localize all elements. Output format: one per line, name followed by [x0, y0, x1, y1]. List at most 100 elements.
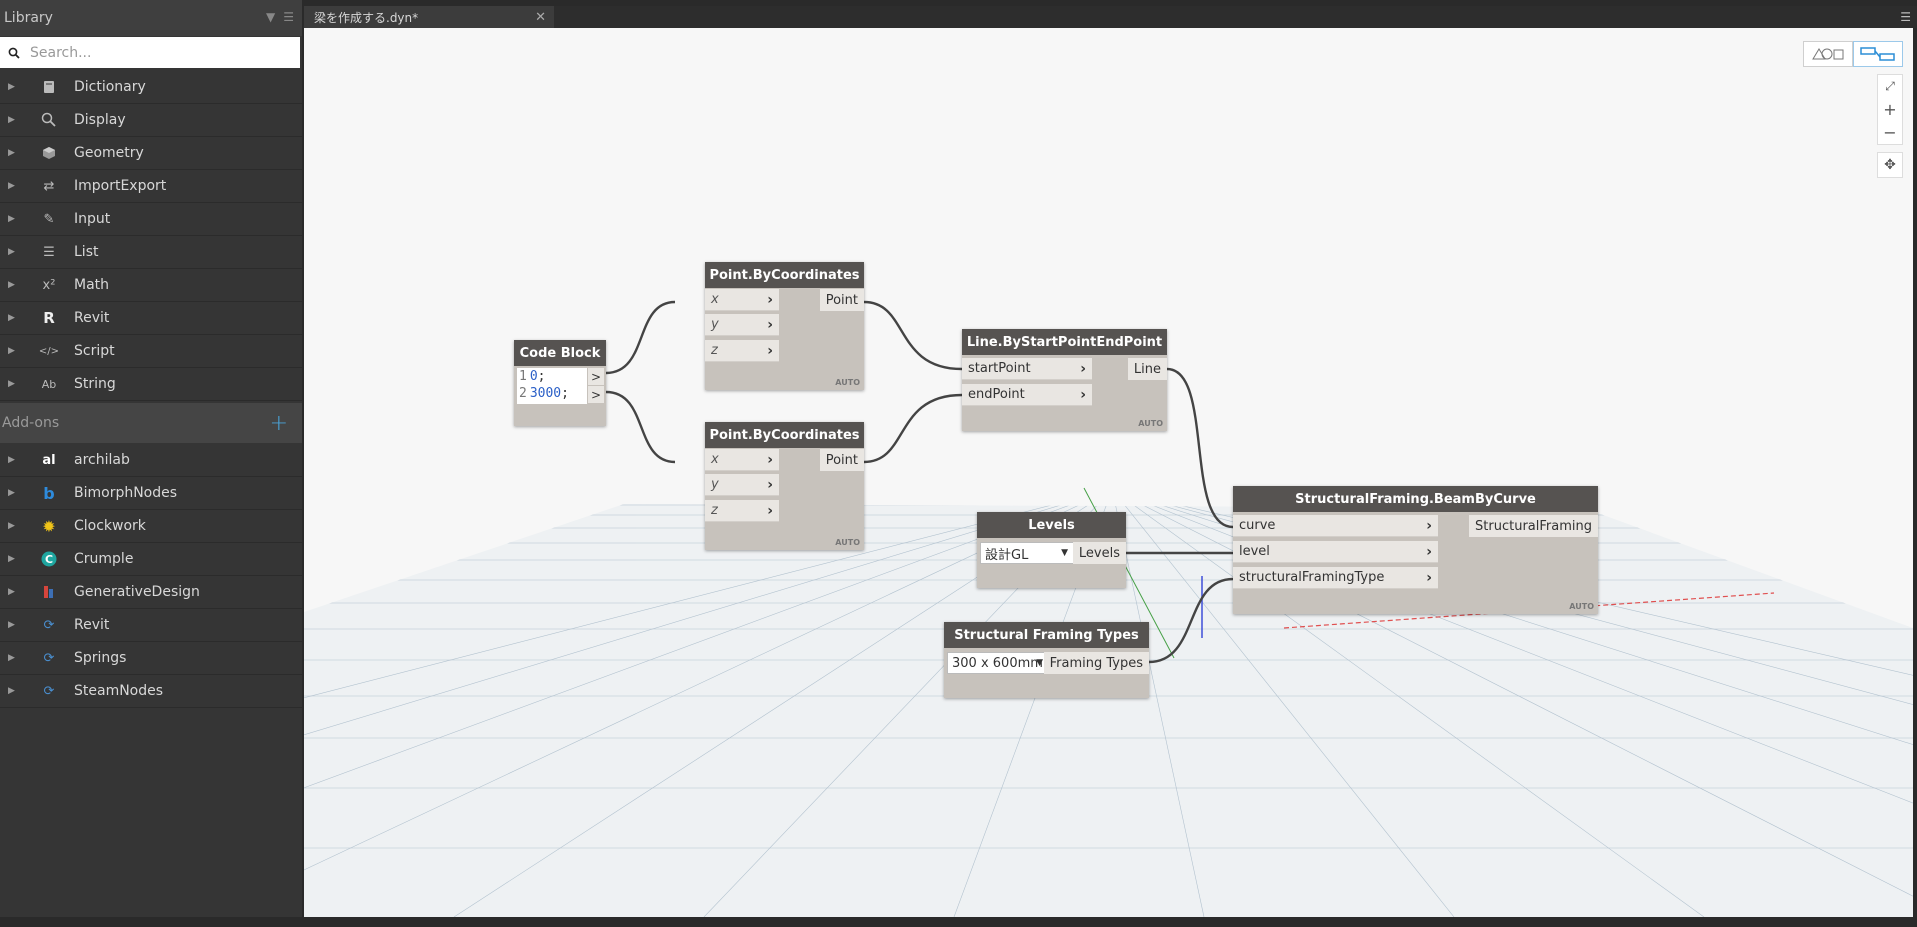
library-item-importexport[interactable]: ▶ ⇄ ImportExport	[0, 170, 302, 203]
input-port-y[interactable]: y ›	[705, 314, 779, 336]
expand-arrow-icon[interactable]: ▶	[8, 653, 18, 663]
addon-item-generativedesign[interactable]: ▶ GenerativeDesign	[0, 576, 302, 609]
input-port-z[interactable]: z ›	[705, 340, 779, 362]
expand-arrow-icon[interactable]: ▶	[8, 148, 18, 158]
node-line-by-start-point-end-point[interactable]: Line.ByStartPointEndPoint startPoint › en…	[962, 329, 1167, 431]
framing-types-dropdown[interactable]: 300 x 600mm ▼	[947, 652, 1049, 674]
library-item-display[interactable]: ▶ Display	[0, 104, 302, 137]
expand-arrow-icon[interactable]: ▶	[8, 82, 18, 92]
search-input[interactable]	[28, 43, 282, 62]
lacing-label: AUTO	[835, 538, 860, 547]
expand-arrow-icon[interactable]: ▶	[8, 554, 18, 564]
addon-item-bimorphnodes[interactable]: ▶ b BimorphNodes	[0, 477, 302, 510]
output-port[interactable]: >	[588, 368, 604, 385]
add-icon[interactable]: +	[270, 411, 288, 436]
expand-arrow-icon[interactable]: ▶	[8, 115, 18, 125]
library-item-label: Geometry	[74, 145, 144, 161]
import-export-icon: ⇄	[43, 178, 55, 194]
node-point-by-coordinates-2[interactable]: Point.ByCoordinates x › y › z › Point AUTO	[705, 422, 864, 550]
chevron-down-icon: ▼	[1061, 548, 1068, 558]
library-item-label: ImportExport	[74, 178, 167, 194]
expand-arrow-icon[interactable]: ▶	[8, 313, 18, 323]
wire-layer	[605, 300, 1234, 664]
addon-item-clockwork[interactable]: ▶ ✹ Clockwork	[0, 510, 302, 543]
input-port-structural-framing-type[interactable]: structuralFramingType ›	[1233, 567, 1438, 589]
menu-icon[interactable]: ☰	[1900, 10, 1911, 24]
library-item-dictionary[interactable]: ▶ Dictionary	[0, 71, 302, 104]
library-item-geometry[interactable]: ▶ Geometry	[0, 137, 302, 170]
expand-arrow-icon[interactable]: ▶	[8, 686, 18, 696]
expand-arrow-icon[interactable]: ▶	[8, 587, 18, 597]
output-port-line[interactable]: Line	[1127, 358, 1167, 380]
addon-item-crumple[interactable]: ▶ C Crumple	[0, 543, 302, 576]
layout-icon[interactable]: ☰	[283, 10, 294, 24]
library-item-list[interactable]: ▶ ☰ List	[0, 236, 302, 269]
expand-arrow-icon[interactable]: ▶	[8, 247, 18, 257]
library-item-revit[interactable]: ▶ R Revit	[0, 302, 302, 335]
search-box[interactable]	[0, 37, 300, 68]
node-code-block[interactable]: Code Block 1 0; 2 3000; > >	[514, 340, 606, 426]
output-port-structural-framing[interactable]: StructuralFraming	[1469, 515, 1598, 537]
wire-point1-to-line	[863, 300, 963, 371]
wire-point2-to-line	[863, 393, 963, 464]
addon-item-springs[interactable]: ▶ ⟳ Springs	[0, 642, 302, 675]
library-item-script[interactable]: ▶ </> Script	[0, 335, 302, 368]
expand-arrow-icon[interactable]: ▶	[8, 455, 18, 465]
library-item-string[interactable]: ▶ Ab String	[0, 368, 302, 401]
library-item-math[interactable]: ▶ x² Math	[0, 269, 302, 302]
expand-arrow-icon[interactable]: ▶	[8, 488, 18, 498]
chevron-right-icon: ›	[1426, 543, 1432, 560]
input-port-curve[interactable]: curve ›	[1233, 515, 1438, 537]
input-port-startpoint[interactable]: startPoint ›	[962, 358, 1092, 380]
node-title: Point.ByCoordinates	[705, 262, 864, 288]
node-levels[interactable]: Levels 設計GL ▼ Levels	[977, 512, 1126, 588]
graph-canvas[interactable]: ⤢ + − ✥ Code Block 1 0; 2 3000; > > Point.…	[304, 28, 1913, 917]
code-value: 0	[529, 369, 538, 384]
addon-item-steamnodes[interactable]: ▶ ⟳ SteamNodes	[0, 675, 302, 708]
input-port-endpoint[interactable]: endPoint ›	[962, 384, 1092, 406]
expand-arrow-icon[interactable]: ▶	[8, 280, 18, 290]
input-port-z[interactable]: z ›	[705, 500, 779, 522]
expand-arrow-icon[interactable]: ▶	[8, 181, 18, 191]
node-point-by-coordinates-1[interactable]: Point.ByCoordinates x › y › z › Point AUTO	[705, 262, 864, 390]
input-port-x[interactable]: x ›	[705, 289, 779, 311]
levels-dropdown[interactable]: 設計GL ▼	[980, 542, 1074, 564]
chevron-down-icon: ▼	[1036, 658, 1043, 668]
revit-icon: R	[43, 309, 55, 327]
library-item-input[interactable]: ▶ ✎ Input	[0, 203, 302, 236]
expand-arrow-icon[interactable]: ▶	[8, 379, 18, 389]
expand-arrow-icon[interactable]: ▶	[8, 346, 18, 356]
addon-item-archilab[interactable]: ▶ al archilab	[0, 444, 302, 477]
input-port-y[interactable]: y ›	[705, 474, 779, 496]
code-semicolon: ;	[537, 369, 546, 384]
output-port[interactable]: >	[588, 386, 604, 403]
close-tab-icon[interactable]: ✕	[535, 10, 546, 25]
code-editor[interactable]: 1 0; 2 3000;	[517, 368, 587, 404]
port-label: level	[1239, 544, 1270, 559]
output-port-point[interactable]: Point	[819, 449, 864, 471]
dropdown-value: 設計GL	[985, 547, 1029, 563]
output-port-levels[interactable]: Levels	[1072, 542, 1126, 564]
library-item-label: Input	[74, 211, 111, 227]
output-port-framing-types[interactable]: Framing Types	[1043, 652, 1149, 674]
library-item-label: archilab	[74, 452, 130, 468]
expand-arrow-icon[interactable]: ▶	[8, 521, 18, 531]
tab-workspace[interactable]: 梁を作成する.dyn* ✕	[304, 6, 554, 28]
addons-header: Add-ons +	[0, 403, 302, 443]
line-number: 1	[519, 369, 527, 384]
output-port-point[interactable]: Point	[819, 289, 864, 311]
expand-arrow-icon[interactable]: ▶	[8, 214, 18, 224]
node-structural-framing-types[interactable]: Structural Framing Types 300 x 600mm ▼ Fr…	[944, 622, 1149, 698]
dictionary-icon	[38, 77, 60, 97]
filter-icon[interactable]: ▼	[266, 10, 275, 24]
library-item-label: List	[74, 244, 99, 260]
input-port-x[interactable]: x ›	[705, 449, 779, 471]
node-title: StructuralFraming.BeamByCurve	[1233, 486, 1598, 512]
status-bar	[0, 917, 1917, 927]
addon-item-revit[interactable]: ▶ ⟳ Revit	[0, 609, 302, 642]
expand-arrow-icon[interactable]: ▶	[8, 620, 18, 630]
tab-label: 梁を作成する.dyn*	[314, 10, 419, 25]
chevron-right-icon: ›	[1080, 386, 1086, 403]
input-port-level[interactable]: level ›	[1233, 541, 1438, 563]
node-structural-framing-beam-by-curve[interactable]: StructuralFraming.BeamByCurve curve › lev…	[1233, 486, 1598, 614]
